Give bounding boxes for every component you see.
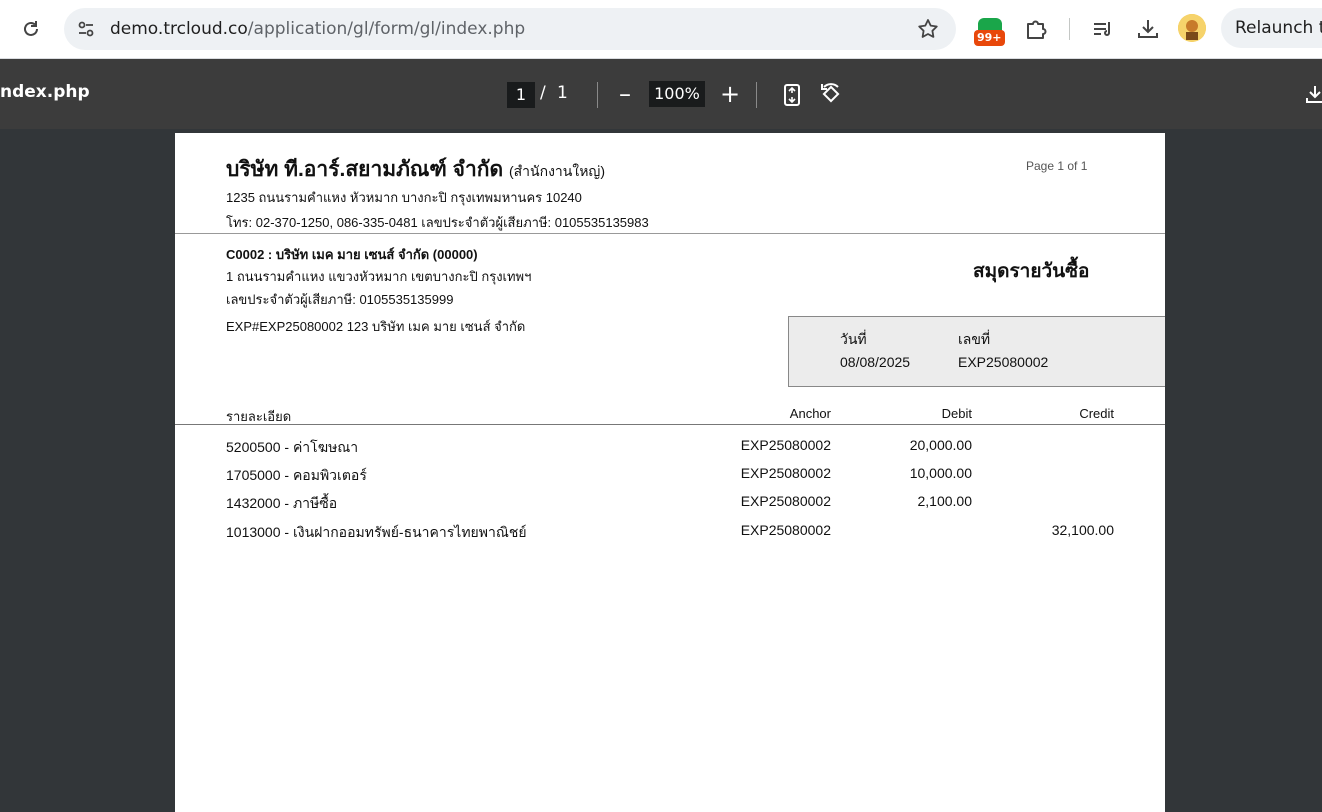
document-type-title: สมุดรายวันซื้อ <box>973 261 1090 282</box>
customer-code: C0002 : บริษัท เมค มาย เซนส์ จำกัด (0000… <box>226 247 478 262</box>
url-domain: demo.trcloud.co <box>110 19 248 39</box>
company-address: 1235 ถนนรามคำแหง หัวหมาก บางกะปิ กรุงเทพ… <box>226 190 582 205</box>
row-description: 5200500 - ค่าโฆษณา <box>226 439 359 455</box>
pdf-title: ndex.php <box>0 82 90 102</box>
toolbar-divider <box>597 82 598 108</box>
company-branch: (สำนักงานใหญ่) <box>508 163 606 179</box>
toolbar-divider <box>756 82 757 108</box>
relaunch-button[interactable]: Relaunch t <box>1221 8 1322 48</box>
row-credit: 32,100.00 <box>1051 522 1114 538</box>
fit-page-icon[interactable] <box>781 83 803 107</box>
company-name: บริษัท ที.อาร์.สยามภัณฑ์ จำกัด (สำนักงาน… <box>226 153 605 186</box>
row-debit: 2,100.00 <box>917 493 973 509</box>
row-debit: 10,000.00 <box>909 465 972 481</box>
reading-list-icon[interactable] <box>1090 16 1116 42</box>
page-label: Page 1 of 1 <box>1026 159 1088 173</box>
company-contact: โทร: 02-370-1250, 086-335-0481 เลขประจำต… <box>226 215 649 230</box>
number-value: EXP25080002 <box>958 354 1049 370</box>
site-info-icon[interactable] <box>76 19 96 39</box>
pdf-page: บริษัท ที.อาร์.สยามภัณฑ์ จำกัด (สำนักงาน… <box>175 133 1165 812</box>
address-bar[interactable]: demo.trcloud.co/application/gl/form/gl/i… <box>64 8 956 50</box>
table-header-divider <box>175 424 1165 425</box>
column-header-debit: Debit <box>941 406 972 421</box>
row-debit: 20,000.00 <box>909 437 972 453</box>
browser-toolbar: demo.trcloud.co/application/gl/form/gl/i… <box>0 0 1322 59</box>
zoom-out-button[interactable]: – <box>613 81 637 109</box>
table-row: 1013000 - เงินฝากออมทรัพย์-ธนาคารไทยพาณิ… <box>175 522 1165 546</box>
url-text[interactable]: demo.trcloud.co/application/gl/form/gl/i… <box>110 19 525 39</box>
date-number-box: วันที่ เลขที่ 08/08/2025 EXP25080002 <box>788 316 1165 387</box>
header-divider <box>175 233 1165 234</box>
extension-badge-count: 99+ <box>974 30 1005 46</box>
downloads-icon[interactable] <box>1135 16 1161 42</box>
date-value: 08/08/2025 <box>840 354 911 370</box>
zoom-in-button[interactable]: + <box>718 81 742 109</box>
row-description: 1013000 - เงินฝากออมทรัพย์-ธนาคารไทยพาณิ… <box>226 524 527 540</box>
row-anchor: EXP25080002 <box>740 437 831 453</box>
page-separator: / <box>540 83 546 103</box>
number-label: เลขที่ <box>958 331 991 347</box>
document-reference: EXP#EXP25080002 123 บริษัท เมค มาย เซนส์… <box>226 319 526 334</box>
pdf-download-icon[interactable] <box>1304 83 1322 105</box>
extensions-puzzle-icon[interactable] <box>1023 16 1049 42</box>
row-anchor: EXP25080002 <box>740 465 831 481</box>
toolbar-separator <box>1069 18 1070 40</box>
date-label: วันที่ <box>840 331 867 347</box>
table-row: 5200500 - ค่าโฆษณา EXP25080002 20,000.00 <box>175 437 1165 461</box>
row-anchor: EXP25080002 <box>740 493 831 509</box>
column-header-anchor: Anchor <box>789 406 831 421</box>
company-name-text: บริษัท ที.อาร์.สยามภัณฑ์ จำกัด <box>226 158 504 181</box>
pdf-toolbar: ndex.php 1 / 1 – 100% + <box>0 59 1322 129</box>
page-number-input[interactable]: 1 <box>507 82 535 108</box>
extension-badge-icon[interactable]: 99+ <box>974 18 1008 48</box>
row-description: 1432000 - ภาษีซื้อ <box>226 495 338 511</box>
reload-icon[interactable] <box>18 16 44 42</box>
customer-tax-id: เลขประจำตัวผู้เสียภาษี: 0105535135999 <box>226 292 454 307</box>
rotate-icon[interactable] <box>818 81 844 107</box>
page-total: 1 <box>557 83 568 103</box>
url-path: /application/gl/form/gl/index.php <box>247 19 526 39</box>
column-header-credit: Credit <box>1079 406 1114 421</box>
table-row: 1705000 - คอมพิวเตอร์ EXP25080002 10,000… <box>175 465 1165 489</box>
table-row: 1432000 - ภาษีซื้อ EXP25080002 2,100.00 <box>175 493 1165 517</box>
profile-avatar-icon[interactable] <box>1178 14 1206 42</box>
zoom-input[interactable]: 100% <box>649 81 705 107</box>
customer-address: 1 ถนนรามคำแหง แขวงหัวหมาก เขตบางกะปิ กรุ… <box>226 269 532 284</box>
row-description: 1705000 - คอมพิวเตอร์ <box>226 467 367 483</box>
row-anchor: EXP25080002 <box>740 522 831 538</box>
bookmark-star-icon[interactable] <box>916 17 940 41</box>
